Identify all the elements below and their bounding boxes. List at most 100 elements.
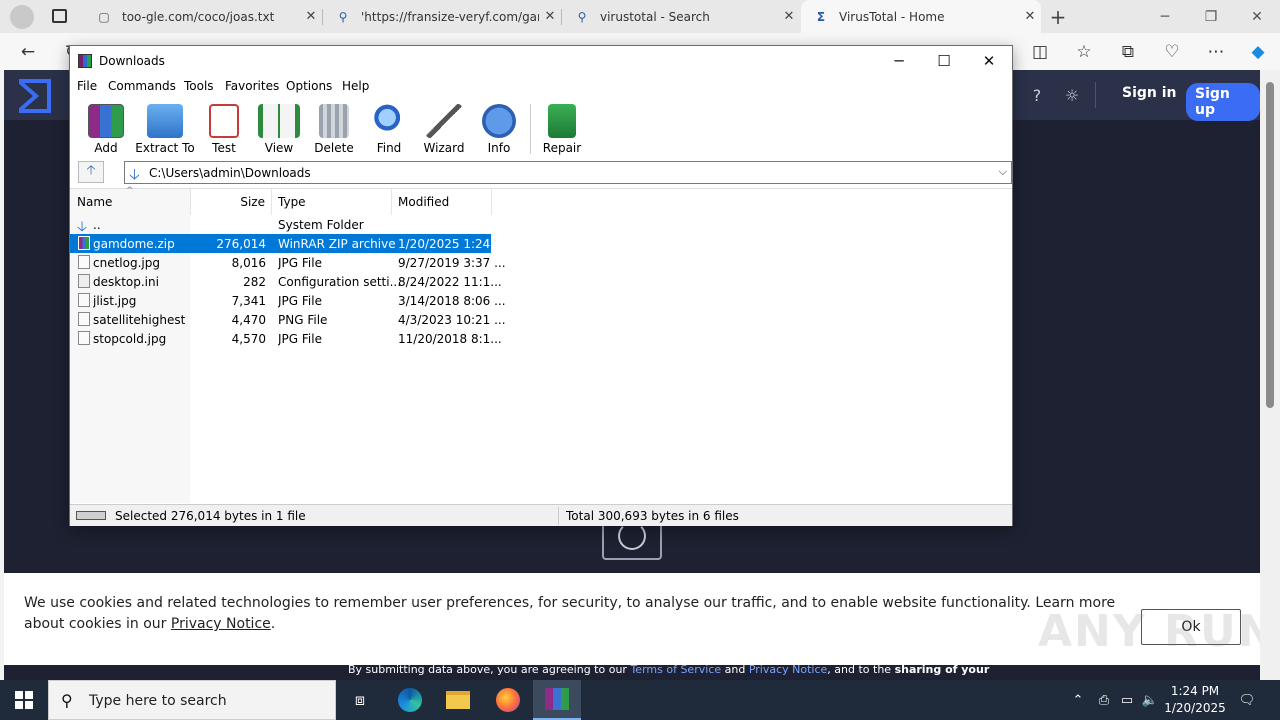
winrar-menu-bar: File Commands Tools Favorites Options He… — [70, 76, 1012, 98]
start-button[interactable] — [0, 680, 48, 720]
virustotal-icon: Σ — [816, 9, 826, 24]
view-button[interactable]: View — [249, 102, 309, 158]
file-modified: 8/24/2022 11:1... — [398, 275, 502, 289]
test-button[interactable]: Test — [194, 102, 254, 158]
info-icon — [482, 104, 516, 138]
tab-virustotal-search[interactable]: ⚲ virustotal - Search ✕ — [562, 0, 800, 33]
trash-icon — [319, 104, 349, 138]
add-button[interactable]: Add — [76, 102, 136, 158]
file-explorer-icon[interactable] — [434, 680, 482, 720]
tab-virustotal-home[interactable]: Σ VirusTotal - Home ✕ — [801, 0, 1041, 33]
virustotal-logo-icon[interactable] — [16, 78, 52, 114]
menu-favorites[interactable]: Favorites — [225, 79, 279, 93]
chevron-down-icon[interactable]: ⌵ — [999, 165, 1007, 179]
header-label: Name — [77, 195, 113, 209]
find-button[interactable]: Find — [359, 102, 419, 158]
file-list[interactable]: Name ^ Size Type Modified 🡣 .. System Fol… — [70, 186, 1012, 503]
column-header-type[interactable]: Type — [272, 189, 392, 215]
restore-button[interactable]: ❐ — [1188, 0, 1234, 33]
chevron-up-icon[interactable]: ⌃ — [1068, 680, 1088, 720]
toolbar-label: View — [264, 141, 294, 155]
wand-icon — [426, 104, 462, 138]
wizard-button[interactable]: Wizard — [414, 102, 474, 158]
maximize-button[interactable]: ☐ — [921, 46, 967, 76]
file-row-stopcold[interactable]: stopcold.jpg 4,570 JPG File 11/20/2018 8… — [70, 329, 502, 348]
collections-icon[interactable]: ⧉ — [1110, 33, 1146, 70]
task-view-icon[interactable]: ⧈ — [336, 680, 384, 720]
winrar-title-bar[interactable]: Downloads ─ ☐ ✕ — [70, 46, 1012, 76]
close-icon[interactable]: ✕ — [1019, 9, 1041, 24]
windows-taskbar: ⚲ Type here to search ⧈ ⌃ ⎙ ▭ 🔈 1:24 PM … — [0, 680, 1280, 720]
sign-up-button[interactable]: Sign up — [1186, 83, 1260, 121]
back-icon[interactable]: ← — [10, 33, 46, 70]
path-field[interactable]: 🡣 C:\Users\admin\Downloads ⌵ — [124, 161, 1012, 184]
extract-to-button[interactable]: Extract To — [135, 102, 195, 158]
sign-in-link[interactable]: Sign in — [1122, 85, 1177, 101]
info-button[interactable]: Info — [469, 102, 529, 158]
file-size: 8,016 — [231, 256, 266, 270]
edge-icon[interactable] — [386, 680, 434, 720]
taskbar-search[interactable]: ⚲ Type here to search — [48, 680, 336, 720]
copilot-icon[interactable]: ◆ — [1240, 33, 1276, 70]
menu-options[interactable]: Options — [286, 79, 332, 93]
close-button[interactable]: ✕ — [966, 46, 1012, 76]
close-window-button[interactable]: ✕ — [1234, 0, 1280, 33]
close-icon[interactable]: ✕ — [300, 9, 322, 24]
column-header-name[interactable]: Name ^ — [70, 186, 191, 215]
winrar-toolbar: Add Extract To Test View Delete Find Wiz… — [70, 98, 1012, 158]
menu-help[interactable]: Help — [342, 79, 369, 93]
file-row-satellitehighest[interactable]: satellitehighest.... 4,470 PNG File 4/3/… — [70, 310, 506, 329]
column-header-size[interactable]: Size — [191, 189, 272, 215]
close-icon[interactable]: ✕ — [778, 9, 800, 24]
close-icon[interactable]: ✕ — [539, 9, 561, 24]
toolbar-label: Repair — [542, 141, 582, 155]
tab-title: too-gle.com/coco/joas.txt — [122, 9, 275, 24]
file-row-gamdome[interactable]: gamdome.zip 276,014 WinRAR ZIP archive 1… — [70, 234, 506, 253]
up-folder-button[interactable]: 🡡 — [78, 161, 104, 183]
network-icon[interactable]: ▭ — [1116, 680, 1138, 720]
volume-icon[interactable]: 🔈 — [1140, 680, 1160, 720]
scrollbar-thumb[interactable] — [1266, 82, 1274, 408]
browser-essentials-icon[interactable]: ♡ — [1154, 33, 1190, 70]
file-row-parent[interactable]: 🡣 .. System Folder — [70, 215, 491, 235]
firefox-icon[interactable] — [484, 680, 532, 720]
tab-fransize[interactable]: ⚲ 'https://fransize-veryf.com/gam ✕ — [323, 0, 561, 33]
taskbar-clock[interactable]: 1:24 PM 1/20/2025 — [1158, 683, 1232, 717]
toolbar-label: Wizard — [423, 141, 465, 155]
more-menu-icon[interactable]: ⋯ — [1198, 33, 1234, 70]
theme-toggle-icon[interactable]: ☼ — [1061, 84, 1083, 106]
file-row-cnetlog[interactable]: cnetlog.jpg 8,016 JPG File 9/27/2019 3:3… — [70, 253, 506, 272]
help-icon[interactable]: ? — [1026, 84, 1048, 106]
menu-commands[interactable]: Commands — [108, 79, 176, 93]
split-screen-icon[interactable]: ◫ — [1022, 33, 1058, 70]
view-book-icon — [258, 104, 300, 138]
minimize-button[interactable]: ─ — [1142, 0, 1188, 33]
favorites-icon[interactable]: ☆ — [1066, 33, 1102, 70]
image-file-icon — [78, 255, 90, 269]
file-type: System Folder — [278, 218, 364, 232]
new-tab-button[interactable]: + — [1046, 5, 1070, 29]
file-modified: 11/20/2018 8:1... — [398, 332, 502, 346]
delete-button[interactable]: Delete — [304, 102, 364, 158]
device-icon[interactable]: ⎙ — [1094, 680, 1114, 720]
toolbar-label: Delete — [314, 141, 354, 155]
column-header-modified[interactable]: Modified — [392, 189, 492, 215]
winrar-taskbar-icon[interactable] — [533, 680, 581, 720]
tab-joas[interactable]: ▢ too-gle.com/coco/joas.txt ✕ — [84, 0, 322, 33]
page-icon: ▢ — [98, 9, 110, 24]
file-type: JPG File — [278, 332, 322, 346]
minimize-button[interactable]: ─ — [876, 46, 922, 76]
notifications-icon[interactable]: 🗨 — [1236, 680, 1258, 720]
winrar-window: Downloads ─ ☐ ✕ File Commands Tools Favo… — [69, 45, 1013, 526]
page-scrollbar[interactable] — [1260, 70, 1280, 680]
repair-button[interactable]: Repair — [532, 102, 592, 158]
file-row-jlist[interactable]: jlist.jpg 7,341 JPG File 3/14/2018 8:06 … — [70, 291, 506, 310]
menu-file[interactable]: File — [77, 79, 97, 93]
image-file-icon — [78, 293, 90, 307]
file-row-desktop-ini[interactable]: desktop.ini 282 Configuration setti... 8… — [70, 272, 502, 291]
menu-tools[interactable]: Tools — [184, 79, 214, 93]
profile-avatar[interactable] — [10, 5, 34, 29]
fingerprint-ring — [618, 522, 646, 550]
tab-actions-icon[interactable] — [52, 9, 67, 23]
cookie-privacy-link[interactable]: Privacy Notice — [171, 616, 271, 632]
